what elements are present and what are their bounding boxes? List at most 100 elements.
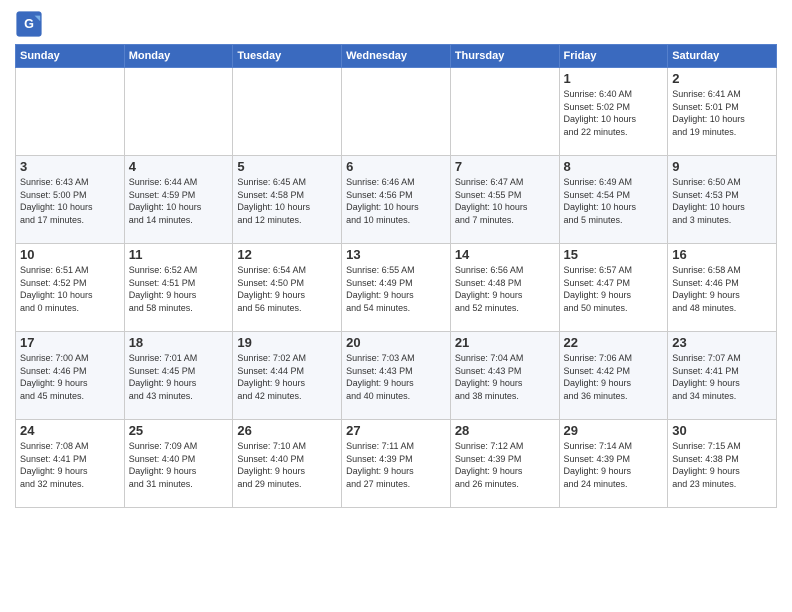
- day-number: 30: [672, 423, 772, 438]
- day-info: Sunrise: 7:11 AM Sunset: 4:39 PM Dayligh…: [346, 440, 446, 490]
- day-info: Sunrise: 6:56 AM Sunset: 4:48 PM Dayligh…: [455, 264, 555, 314]
- day-info: Sunrise: 6:55 AM Sunset: 4:49 PM Dayligh…: [346, 264, 446, 314]
- calendar-cell: 23Sunrise: 7:07 AM Sunset: 4:41 PM Dayli…: [668, 332, 777, 420]
- day-info: Sunrise: 6:57 AM Sunset: 4:47 PM Dayligh…: [564, 264, 664, 314]
- calendar-cell: 6 Sunrise: 6:46 AM Sunset: 4:56 PM Daylig…: [342, 156, 451, 244]
- weekday-header-wednesday: Wednesday: [342, 45, 451, 68]
- weekday-header-thursday: Thursday: [450, 45, 559, 68]
- day-number: 11: [129, 247, 229, 262]
- calendar-cell: 25 Sunrise: 7:09 AM Sunset: 4:40 PM Dayli…: [124, 420, 233, 508]
- calendar-cell: 28Sunrise: 7:12 AM Sunset: 4:39 PM Dayli…: [450, 420, 559, 508]
- day-number: 9: [672, 159, 772, 174]
- calendar-cell: 27 Sunrise: 7:11 AM Sunset: 4:39 PM Dayli…: [342, 420, 451, 508]
- calendar-cell: 17 Sunrise: 7:00 AM Sunset: 4:46 PM Dayli…: [16, 332, 125, 420]
- day-info: Sunrise: 7:01 AM Sunset: 4:45 PM Dayligh…: [129, 352, 229, 402]
- day-number: 17: [20, 335, 120, 350]
- calendar-cell: 7Sunrise: 6:47 AM Sunset: 4:55 PM Daylig…: [450, 156, 559, 244]
- calendar-cell: 4 Sunrise: 6:44 AM Sunset: 4:59 PM Daylig…: [124, 156, 233, 244]
- day-number: 5: [237, 159, 337, 174]
- calendar-cell: 10 Sunrise: 6:51 AM Sunset: 4:52 PM Dayli…: [16, 244, 125, 332]
- calendar-cell: 26 Sunrise: 7:10 AM Sunset: 4:40 PM Dayli…: [233, 420, 342, 508]
- calendar-cell: 21 Sunrise: 7:04 AM Sunset: 4:43 PM Dayli…: [450, 332, 559, 420]
- svg-text:G: G: [24, 17, 34, 31]
- day-number: 25: [129, 423, 229, 438]
- day-info: Sunrise: 7:15 AM Sunset: 4:38 PM Dayligh…: [672, 440, 772, 490]
- weekday-header-tuesday: Tuesday: [233, 45, 342, 68]
- day-number: 10: [20, 247, 120, 262]
- calendar-cell: 20 Sunrise: 7:03 AM Sunset: 4:43 PM Dayli…: [342, 332, 451, 420]
- calendar-cell: 8 Sunrise: 6:49 AM Sunset: 4:54 PM Daylig…: [559, 156, 668, 244]
- day-info: Sunrise: 6:49 AM Sunset: 4:54 PM Dayligh…: [564, 176, 664, 226]
- day-info: Sunrise: 6:54 AM Sunset: 4:50 PM Dayligh…: [237, 264, 337, 314]
- day-number: 15: [564, 247, 664, 262]
- calendar-cell: 9Sunrise: 6:50 AM Sunset: 4:53 PM Daylig…: [668, 156, 777, 244]
- day-number: 1: [564, 71, 664, 86]
- day-number: 21: [455, 335, 555, 350]
- day-info: Sunrise: 6:43 AM Sunset: 5:00 PM Dayligh…: [20, 176, 120, 226]
- calendar-cell: 2Sunrise: 6:41 AM Sunset: 5:01 PM Daylig…: [668, 68, 777, 156]
- calendar-cell: [233, 68, 342, 156]
- calendar-cell: 14 Sunrise: 6:56 AM Sunset: 4:48 PM Dayli…: [450, 244, 559, 332]
- day-number: 24: [20, 423, 120, 438]
- day-info: Sunrise: 6:51 AM Sunset: 4:52 PM Dayligh…: [20, 264, 120, 314]
- calendar-week-3: 10 Sunrise: 6:51 AM Sunset: 4:52 PM Dayli…: [16, 244, 777, 332]
- day-info: Sunrise: 6:45 AM Sunset: 4:58 PM Dayligh…: [237, 176, 337, 226]
- day-info: Sunrise: 7:03 AM Sunset: 4:43 PM Dayligh…: [346, 352, 446, 402]
- day-info: Sunrise: 6:58 AM Sunset: 4:46 PM Dayligh…: [672, 264, 772, 314]
- day-number: 16: [672, 247, 772, 262]
- day-number: 6: [346, 159, 446, 174]
- weekday-header-saturday: Saturday: [668, 45, 777, 68]
- calendar-table: SundayMondayTuesdayWednesdayThursdayFrid…: [15, 44, 777, 508]
- day-number: 20: [346, 335, 446, 350]
- calendar-cell: [342, 68, 451, 156]
- day-number: 26: [237, 423, 337, 438]
- day-info: Sunrise: 6:44 AM Sunset: 4:59 PM Dayligh…: [129, 176, 229, 226]
- calendar-week-5: 24 Sunrise: 7:08 AM Sunset: 4:41 PM Dayli…: [16, 420, 777, 508]
- calendar-cell: 24 Sunrise: 7:08 AM Sunset: 4:41 PM Dayli…: [16, 420, 125, 508]
- day-number: 19: [237, 335, 337, 350]
- day-info: Sunrise: 7:14 AM Sunset: 4:39 PM Dayligh…: [564, 440, 664, 490]
- day-info: Sunrise: 7:09 AM Sunset: 4:40 PM Dayligh…: [129, 440, 229, 490]
- day-number: 3: [20, 159, 120, 174]
- calendar-cell: 16 Sunrise: 6:58 AM Sunset: 4:46 PM Dayli…: [668, 244, 777, 332]
- calendar-cell: 19Sunrise: 7:02 AM Sunset: 4:44 PM Dayli…: [233, 332, 342, 420]
- calendar-cell: 1Sunrise: 6:40 AM Sunset: 5:02 PM Daylig…: [559, 68, 668, 156]
- weekday-header-friday: Friday: [559, 45, 668, 68]
- day-info: Sunrise: 7:04 AM Sunset: 4:43 PM Dayligh…: [455, 352, 555, 402]
- calendar-cell: 11Sunrise: 6:52 AM Sunset: 4:51 PM Dayli…: [124, 244, 233, 332]
- weekday-header-row: SundayMondayTuesdayWednesdayThursdayFrid…: [16, 45, 777, 68]
- day-number: 8: [564, 159, 664, 174]
- header: G: [15, 10, 777, 38]
- day-number: 28: [455, 423, 555, 438]
- calendar-cell: 3 Sunrise: 6:43 AM Sunset: 5:00 PM Daylig…: [16, 156, 125, 244]
- calendar-cell: 12Sunrise: 6:54 AM Sunset: 4:50 PM Dayli…: [233, 244, 342, 332]
- day-number: 23: [672, 335, 772, 350]
- calendar-cell: [450, 68, 559, 156]
- day-info: Sunrise: 7:06 AM Sunset: 4:42 PM Dayligh…: [564, 352, 664, 402]
- calendar-week-4: 17 Sunrise: 7:00 AM Sunset: 4:46 PM Dayli…: [16, 332, 777, 420]
- day-info: Sunrise: 7:10 AM Sunset: 4:40 PM Dayligh…: [237, 440, 337, 490]
- calendar-cell: 30 Sunrise: 7:15 AM Sunset: 4:38 PM Dayli…: [668, 420, 777, 508]
- day-number: 14: [455, 247, 555, 262]
- day-number: 13: [346, 247, 446, 262]
- calendar-cell: 15 Sunrise: 6:57 AM Sunset: 4:47 PM Dayli…: [559, 244, 668, 332]
- day-number: 7: [455, 159, 555, 174]
- logo: G: [15, 10, 47, 38]
- day-number: 4: [129, 159, 229, 174]
- calendar-week-2: 3 Sunrise: 6:43 AM Sunset: 5:00 PM Daylig…: [16, 156, 777, 244]
- day-number: 29: [564, 423, 664, 438]
- calendar-container: G SundayMondayTuesdayWednesdayThursdayFr…: [0, 0, 792, 513]
- weekday-header-sunday: Sunday: [16, 45, 125, 68]
- day-number: 27: [346, 423, 446, 438]
- day-info: Sunrise: 6:46 AM Sunset: 4:56 PM Dayligh…: [346, 176, 446, 226]
- weekday-header-monday: Monday: [124, 45, 233, 68]
- day-info: Sunrise: 6:41 AM Sunset: 5:01 PM Dayligh…: [672, 88, 772, 138]
- calendar-cell: 13 Sunrise: 6:55 AM Sunset: 4:49 PM Dayli…: [342, 244, 451, 332]
- calendar-cell: 22Sunrise: 7:06 AM Sunset: 4:42 PM Dayli…: [559, 332, 668, 420]
- calendar-cell: 18 Sunrise: 7:01 AM Sunset: 4:45 PM Dayli…: [124, 332, 233, 420]
- day-info: Sunrise: 7:00 AM Sunset: 4:46 PM Dayligh…: [20, 352, 120, 402]
- calendar-cell: [16, 68, 125, 156]
- calendar-week-1: 1Sunrise: 6:40 AM Sunset: 5:02 PM Daylig…: [16, 68, 777, 156]
- day-info: Sunrise: 7:08 AM Sunset: 4:41 PM Dayligh…: [20, 440, 120, 490]
- day-number: 18: [129, 335, 229, 350]
